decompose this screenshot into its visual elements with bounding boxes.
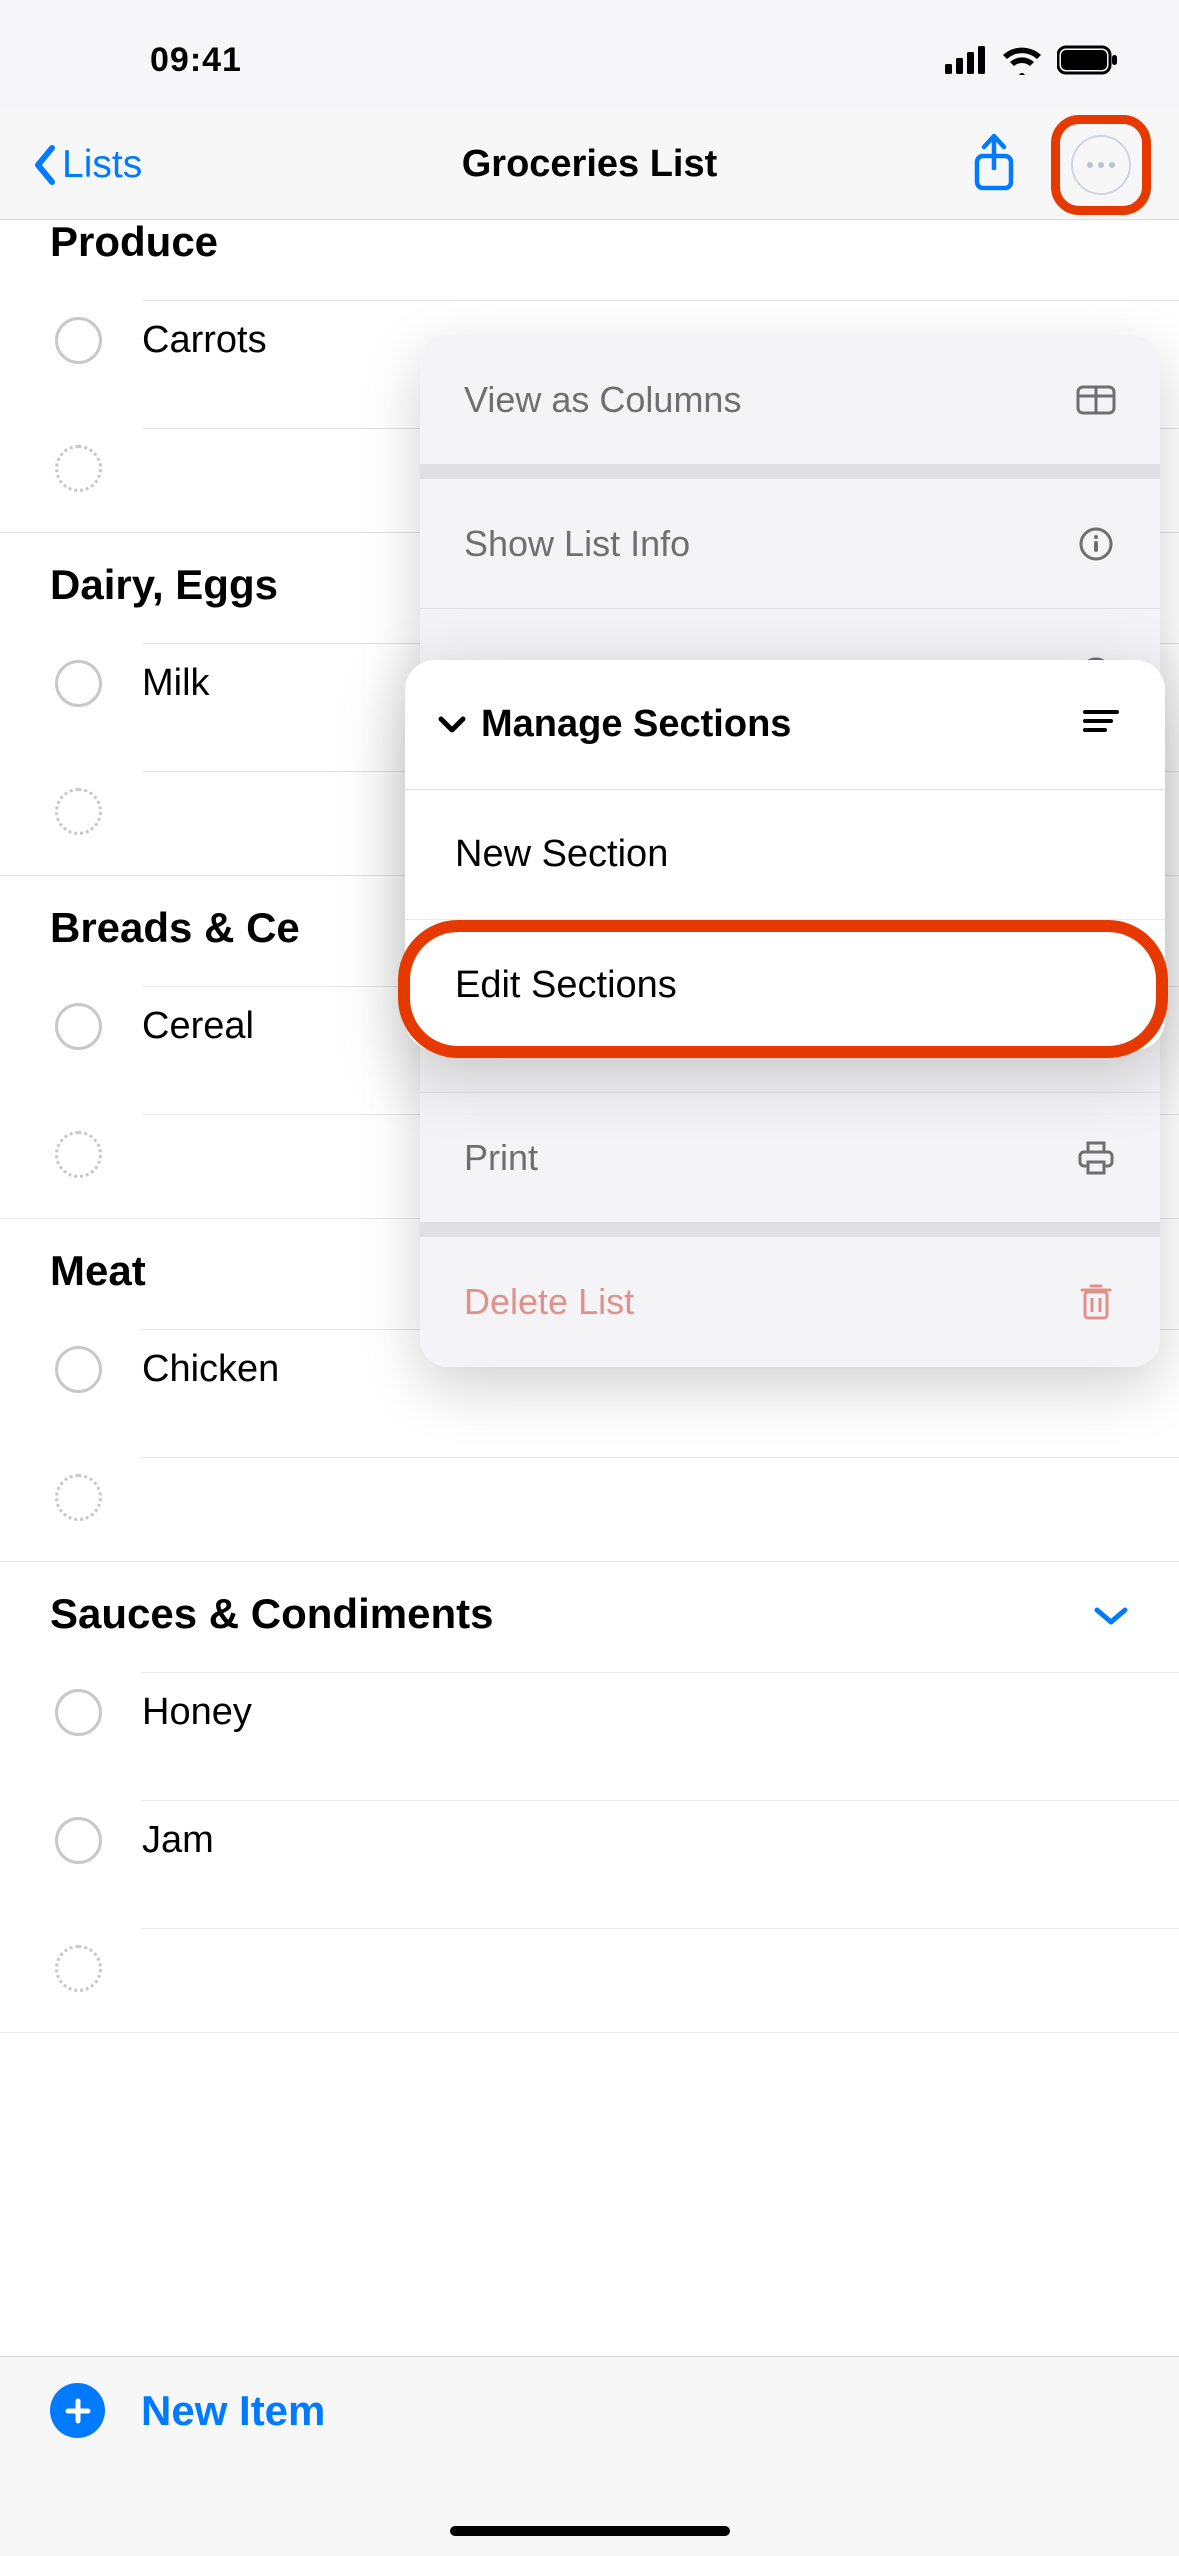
new-item-button[interactable]: New Item (50, 2383, 325, 2438)
checkbox-circle[interactable] (55, 1346, 102, 1393)
share-button[interactable] (969, 132, 1019, 197)
battery-icon (1057, 45, 1119, 75)
list-item-placeholder[interactable] (0, 1433, 1179, 1561)
menu-item-label: Print (464, 1137, 538, 1179)
trash-icon (1076, 1282, 1116, 1322)
submenu-item-label: New Section (455, 833, 668, 876)
menu-show-info[interactable]: Show List Info (420, 479, 1160, 609)
cellular-icon (945, 46, 987, 74)
more-button[interactable] (1071, 135, 1131, 195)
list-item[interactable]: Jam (0, 1776, 1179, 1904)
item-label: Milk (142, 662, 210, 705)
manage-sections-submenu: Manage Sections New Section Edit Section… (405, 660, 1165, 1050)
section-title: Dairy, Eggs (50, 561, 278, 609)
list-item-placeholder[interactable] (0, 1904, 1179, 2032)
checkbox-placeholder[interactable] (55, 1474, 102, 1521)
checkbox-placeholder[interactable] (55, 788, 102, 835)
item-label: Honey (142, 1691, 252, 1734)
chevron-left-icon (30, 144, 58, 186)
more-button-highlight (1051, 115, 1151, 215)
checkbox-circle[interactable] (55, 317, 102, 364)
menu-item-label: View as Columns (464, 379, 741, 421)
checkbox-circle[interactable] (55, 660, 102, 707)
submenu-new-section[interactable]: New Section (405, 790, 1165, 920)
back-label: Lists (62, 143, 142, 187)
list-item[interactable]: Honey (0, 1648, 1179, 1776)
nav-bar: Lists Groceries List (0, 110, 1179, 220)
menu-delete-list[interactable]: Delete List (420, 1237, 1160, 1367)
menu-item-label: Delete List (464, 1281, 634, 1323)
menu-view-columns[interactable]: View as Columns (420, 335, 1160, 465)
list-lines-icon (1081, 703, 1121, 746)
item-label: Cereal (142, 1005, 254, 1048)
menu-item-label: Show List Info (464, 523, 690, 565)
checkbox-circle[interactable] (55, 1689, 102, 1736)
submenu-item-label: Edit Sections (455, 964, 677, 1007)
checkbox-placeholder[interactable] (55, 445, 102, 492)
section-title: Sauces & Condiments (50, 1590, 493, 1638)
page-title: Groceries List (462, 143, 718, 186)
back-button[interactable]: Lists (30, 143, 142, 187)
submenu-title: Manage Sections (481, 703, 791, 746)
menu-print[interactable]: Print (420, 1093, 1160, 1223)
status-icons (945, 45, 1119, 75)
home-indicator (450, 2526, 730, 2536)
item-label: Carrots (142, 319, 267, 362)
wifi-icon (1001, 45, 1043, 75)
section-sauces: Sauces & Condiments Honey Jam (0, 1562, 1179, 2033)
item-label: Chicken (142, 1348, 279, 1391)
chevron-down-icon (435, 713, 469, 737)
submenu-header[interactable]: Manage Sections (405, 660, 1165, 790)
plus-icon (50, 2383, 105, 2438)
status-time: 09:41 (150, 41, 242, 80)
new-item-label: New Item (141, 2387, 325, 2435)
share-icon (969, 132, 1019, 192)
checkbox-placeholder[interactable] (55, 1131, 102, 1178)
columns-icon (1076, 384, 1116, 416)
submenu-edit-sections[interactable]: Edit Sections (405, 920, 1165, 1050)
checkbox-circle[interactable] (55, 1817, 102, 1864)
checkbox-placeholder[interactable] (55, 1945, 102, 1992)
section-title: Meat (50, 1247, 146, 1295)
section-title: Produce (50, 218, 218, 266)
info-icon (1076, 526, 1116, 562)
ellipsis-icon (1087, 162, 1115, 168)
section-header[interactable]: Sauces & Condiments (0, 1562, 1179, 1648)
item-label: Jam (142, 1819, 214, 1862)
checkbox-circle[interactable] (55, 1003, 102, 1050)
chevron-down-icon[interactable] (1093, 1590, 1129, 1638)
section-title: Breads & Ce (50, 904, 300, 952)
print-icon (1076, 1140, 1116, 1176)
status-bar: 09:41 (0, 0, 1179, 110)
